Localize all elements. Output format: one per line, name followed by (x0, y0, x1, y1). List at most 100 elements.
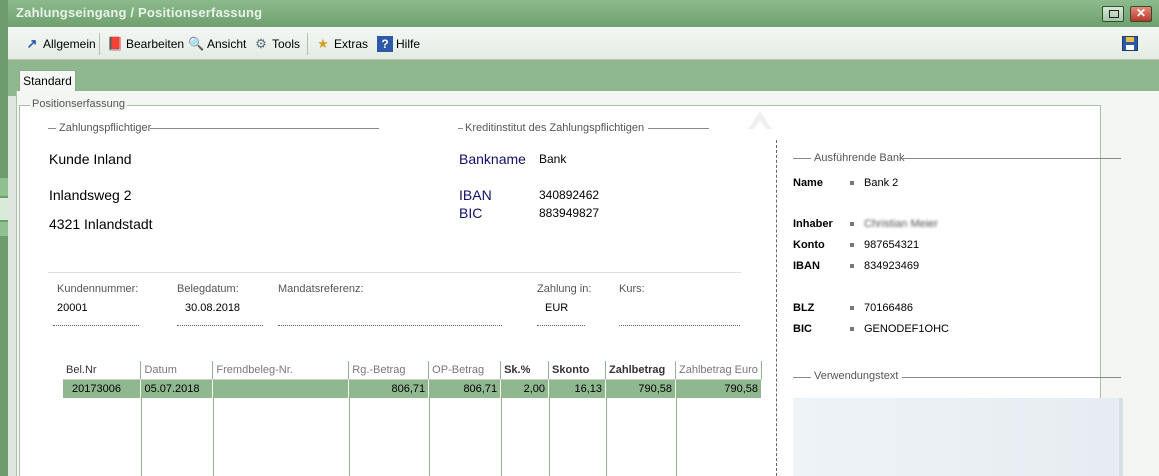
exec-bic-label: BIC (793, 323, 812, 335)
belegdatum-value[interactable]: 30.08.2018 (185, 302, 240, 314)
field-underline (177, 325, 263, 326)
grid-line (141, 398, 142, 476)
exec-name-value: Bank 2 (864, 177, 899, 189)
menu-ansicht[interactable]: 🔍 Ansicht (188, 35, 246, 53)
col-rg-betrag[interactable]: Rg.-Betrag (348, 361, 430, 380)
payer-name: Kunde Inland (49, 151, 132, 167)
cell-datum[interactable]: 05.07.2018 (140, 379, 214, 398)
tab-standard[interactable]: Standard (19, 70, 76, 91)
title-bar[interactable]: Zahlungseingang / Positionserfassung (8, 0, 1159, 27)
cell-zahlbetrag[interactable]: 790,58 (605, 379, 676, 398)
menu-label: Allgemein (43, 37, 96, 51)
section-line (793, 158, 811, 159)
menu-label: Extras (334, 37, 369, 51)
menu-label: Tools (272, 37, 301, 51)
exec-bank-section-label: Ausführende Bank (814, 152, 905, 164)
exec-iban-value: 834923469 (864, 260, 920, 272)
verwendungstext-input[interactable] (793, 398, 1123, 476)
bullet (850, 222, 854, 226)
grid-line (349, 398, 350, 476)
iban-value: 340892462 (539, 188, 600, 202)
menu-bearbeiten[interactable]: 📕 Bearbeiten (107, 35, 184, 53)
bankname-value: Bank (539, 152, 567, 166)
bic-label: BIC (459, 205, 483, 221)
payer-bank-section-label: Kreditinstitut des Zahlungspflichtigen (465, 122, 645, 134)
grid-line (676, 398, 677, 476)
cell-fremdbeleg[interactable] (212, 379, 350, 398)
field-underline (278, 325, 502, 326)
table-header: Bel.Nr Datum Fremdbeleg-Nr. Rg.-Betrag O… (63, 361, 762, 380)
exec-konto-label: Konto (793, 239, 825, 251)
restore-button[interactable] (1102, 6, 1124, 22)
menu-label: Hilfe (396, 37, 421, 51)
exec-konto-value: 987654321 (864, 239, 920, 251)
table-row[interactable]: 20173006 05.07.2018 806,71 806,71 2,00 1… (63, 379, 762, 398)
background-row (0, 222, 8, 236)
grid-line (549, 398, 550, 476)
payer-city: 4321 Inlandstadt (49, 216, 153, 232)
section-line (48, 128, 56, 129)
section-line (902, 377, 1121, 378)
gear-icon: ⚙ (255, 36, 267, 51)
close-button[interactable] (1130, 6, 1152, 22)
cell-op-betrag[interactable]: 806,71 (428, 379, 502, 398)
menu-extras[interactable]: ★ Extras (315, 35, 368, 53)
exec-inhaber-label: Inhaber (793, 218, 833, 230)
section-line (793, 377, 811, 378)
section-line (150, 128, 379, 129)
col-zahlbetrag[interactable]: Zahlbetrag (605, 361, 676, 380)
save-icon[interactable] (1122, 36, 1138, 51)
group-label: Positionserfassung (30, 98, 127, 110)
menu-label: Ansicht (207, 37, 247, 51)
background-row (0, 178, 8, 196)
section-line (458, 128, 463, 129)
col-sk-prozent[interactable]: Sk.% (500, 361, 550, 380)
col-skonto[interactable]: Skonto (548, 361, 607, 380)
field-underline (53, 325, 139, 326)
cell-sk-prozent[interactable]: 2,00 (500, 379, 550, 398)
section-line (648, 128, 709, 129)
col-belnr[interactable]: Bel.Nr (63, 361, 142, 380)
col-op-betrag[interactable]: OP-Betrag (428, 361, 502, 380)
ghost-arrow-icon (748, 111, 772, 129)
edit-icon: 📕 (107, 36, 124, 51)
extras-icon: ★ (317, 36, 329, 51)
field-underline (619, 325, 740, 326)
menu-tools[interactable]: ⚙ Tools (253, 35, 300, 53)
arrow-icon: ↗ (26, 36, 38, 51)
menu-label: Bearbeiten (126, 37, 185, 51)
exec-blz-label: BLZ (793, 302, 815, 314)
view-icon: 🔍 (188, 36, 205, 51)
payer-section-label: Zahlungspflichtiger (59, 122, 152, 134)
background-row-selected (0, 198, 8, 220)
toolbar-separator (99, 33, 100, 55)
field-underline (537, 325, 585, 326)
bullet (850, 306, 854, 310)
cell-zahlbetrag-euro[interactable]: 790,58 (675, 379, 762, 398)
positions-table: Bel.Nr Datum Fremdbeleg-Nr. Rg.-Betrag O… (63, 361, 762, 398)
exec-bic-value: GENODEF1OHC (864, 323, 949, 335)
iban-label: IBAN (459, 187, 492, 203)
menu-hilfe[interactable]: ? Hilfe (377, 35, 420, 53)
col-fremdbeleg[interactable]: Fremdbeleg-Nr. (212, 361, 350, 380)
help-icon: ? (377, 36, 393, 52)
bullet (850, 327, 854, 331)
zahlung-in-label: Zahlung in: (537, 283, 592, 295)
kundennummer-value[interactable]: 20001 (57, 302, 88, 314)
background-window-strip (0, 0, 8, 476)
payer-street: Inlandsweg 2 (49, 187, 132, 203)
cell-rg-betrag[interactable]: 806,71 (348, 379, 430, 398)
section-line (903, 158, 1121, 159)
verwendungstext-label: Verwendungstext (814, 370, 899, 382)
bankname-label: Bankname (459, 151, 526, 167)
bullet (850, 181, 854, 185)
menu-allgemein[interactable]: ↗ Allgemein (24, 35, 96, 53)
cell-belnr[interactable]: 20173006 (63, 379, 142, 398)
panel-divider (776, 140, 777, 476)
separator (48, 272, 741, 273)
col-datum[interactable]: Datum (140, 361, 214, 380)
zahlung-in-value[interactable]: EUR (545, 302, 568, 314)
cell-skonto[interactable]: 16,13 (548, 379, 607, 398)
bic-value: 883949827 (539, 206, 600, 220)
col-zahlbetrag-euro[interactable]: Zahlbetrag Euro (675, 361, 762, 380)
